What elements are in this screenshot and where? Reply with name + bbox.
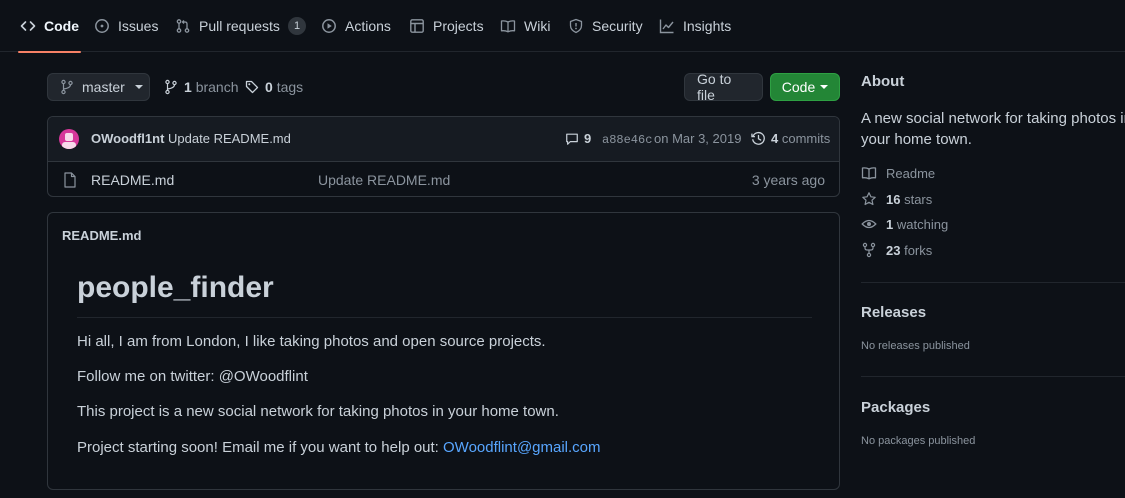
code-icon: [20, 18, 36, 34]
forks-count: 23: [886, 242, 901, 258]
about-heading: About: [861, 73, 905, 90]
stars-count: 16: [886, 191, 901, 207]
readme-paragraph-2: Follow me on twitter: @OWoodflint: [77, 368, 308, 385]
about-description-line-1: A new social network for taking photos i…: [861, 110, 1125, 127]
packages-heading[interactable]: Packages: [861, 399, 930, 416]
readme-paragraph-4-text: Project starting soon! Email me if you w…: [77, 439, 444, 456]
tab-label: Actions: [345, 18, 391, 34]
latest-commit-row: OWoodfl1nt Update README.md 9 a88e46c on…: [48, 117, 839, 162]
commit-comments[interactable]: 9: [565, 131, 591, 146]
releases-heading[interactable]: Releases: [861, 304, 926, 321]
graph-icon: [659, 18, 675, 34]
branch-word: branch: [195, 79, 239, 95]
tag-icon: [245, 79, 259, 95]
releases-empty-text: No releases published: [861, 340, 970, 352]
tab-label: Insights: [683, 18, 732, 34]
tags-link[interactable]: 0 tags: [245, 79, 303, 95]
about-description: A new social network for taking photos i…: [861, 108, 1125, 150]
tab-label: Pull requests: [199, 18, 280, 34]
tab-label: Issues: [118, 18, 159, 34]
tab-code[interactable]: Code: [18, 0, 81, 53]
readme-paragraph-4: Project starting soon! Email me if you w…: [77, 439, 601, 456]
shield-icon: [568, 18, 584, 34]
email-link[interactable]: OWoodflint@gmail.com: [443, 439, 601, 456]
pull-request-count-badge: 1: [287, 17, 307, 35]
stars-word: stars: [904, 191, 933, 207]
history-icon: [751, 131, 766, 146]
commit-count: 4: [771, 131, 779, 146]
file-age: 3 years ago: [751, 172, 825, 188]
tab-issues[interactable]: Issues: [94, 0, 158, 52]
eye-icon: [861, 216, 877, 232]
readme-link[interactable]: Readme: [861, 165, 935, 181]
go-to-file-button[interactable]: Go to file: [684, 71, 763, 103]
branch-select-button[interactable]: master: [47, 73, 150, 101]
play-icon: [321, 18, 337, 34]
git-branch-icon: [164, 79, 178, 95]
watching-word: watching: [896, 216, 949, 232]
forks-link[interactable]: 23 forks: [861, 242, 932, 258]
code-button-label: Code: [781, 79, 816, 95]
tag-count: 0: [265, 79, 273, 95]
about-description-line-2: your home town.: [861, 131, 972, 148]
tag-word: tags: [276, 79, 304, 95]
stars-link[interactable]: 16 stars: [861, 191, 932, 207]
branch-name: master: [82, 79, 125, 95]
branch-count: 1: [184, 79, 192, 95]
readme-link-label: Readme: [886, 165, 936, 181]
tab-pull-requests[interactable]: Pull requests 1: [175, 0, 307, 52]
go-to-file-label: Go to file: [697, 71, 732, 103]
chevron-down-icon: [134, 85, 143, 89]
file-row[interactable]: README.md Update README.md 3 years ago: [48, 162, 839, 196]
issue-icon: [94, 18, 110, 34]
readme-panel: README.md people_finder Hi all, I am fro…: [47, 212, 840, 490]
commit-word: commits: [781, 131, 831, 146]
packages-empty-text: No packages published: [861, 435, 976, 447]
tab-label: Wiki: [524, 18, 551, 34]
star-icon: [861, 191, 877, 207]
commit-sha[interactable]: a88e46c: [602, 133, 652, 147]
watchers-link[interactable]: 1 watching: [861, 216, 948, 232]
git-branch-icon: [60, 79, 74, 95]
comment-count: 9: [584, 131, 592, 146]
tab-label: Security: [592, 18, 643, 34]
commit-date: on Mar 3, 2019: [654, 131, 742, 146]
readme-title: people_finder: [77, 271, 812, 318]
commit-author[interactable]: OWoodfl1nt: [91, 131, 164, 146]
sidebar-divider: [861, 282, 1125, 283]
repo-nav: Code Issues Pull requests 1 Actions Proj…: [0, 0, 1125, 53]
tab-actions[interactable]: Actions: [321, 0, 391, 52]
tab-wiki[interactable]: Wiki: [500, 0, 550, 52]
watching-count: 1: [886, 216, 894, 232]
table-icon: [409, 18, 425, 34]
readme-paragraph-1: Hi all, I am from London, I like taking …: [77, 333, 546, 350]
tab-insights[interactable]: Insights: [659, 0, 731, 52]
tab-label: Code: [44, 18, 79, 34]
book-icon: [500, 18, 516, 34]
comment-icon: [565, 132, 579, 146]
file-name[interactable]: README.md: [91, 172, 174, 188]
tab-projects[interactable]: Projects: [409, 0, 484, 52]
readme-paragraph-3: This project is a new social network for…: [77, 403, 559, 420]
commit-message[interactable]: Update README.md: [168, 131, 291, 146]
file-icon: [63, 172, 77, 188]
chevron-down-icon: [820, 85, 829, 89]
branches-link[interactable]: 1 branch: [164, 79, 239, 95]
forks-word: forks: [904, 242, 933, 258]
tab-label: Projects: [433, 18, 484, 34]
tab-security[interactable]: Security: [568, 0, 643, 52]
fork-icon: [861, 242, 877, 258]
readme-header[interactable]: README.md: [62, 228, 141, 243]
avatar[interactable]: [59, 129, 79, 149]
commits-history-link[interactable]: 4 commits: [751, 131, 830, 146]
code-dropdown-button[interactable]: Code: [770, 73, 840, 101]
book-icon: [861, 165, 877, 181]
file-commit-message[interactable]: Update README.md: [318, 172, 450, 188]
pull-request-icon: [175, 18, 191, 34]
sidebar-divider: [861, 376, 1125, 377]
file-list: OWoodfl1nt Update README.md 9 a88e46c on…: [47, 116, 840, 197]
